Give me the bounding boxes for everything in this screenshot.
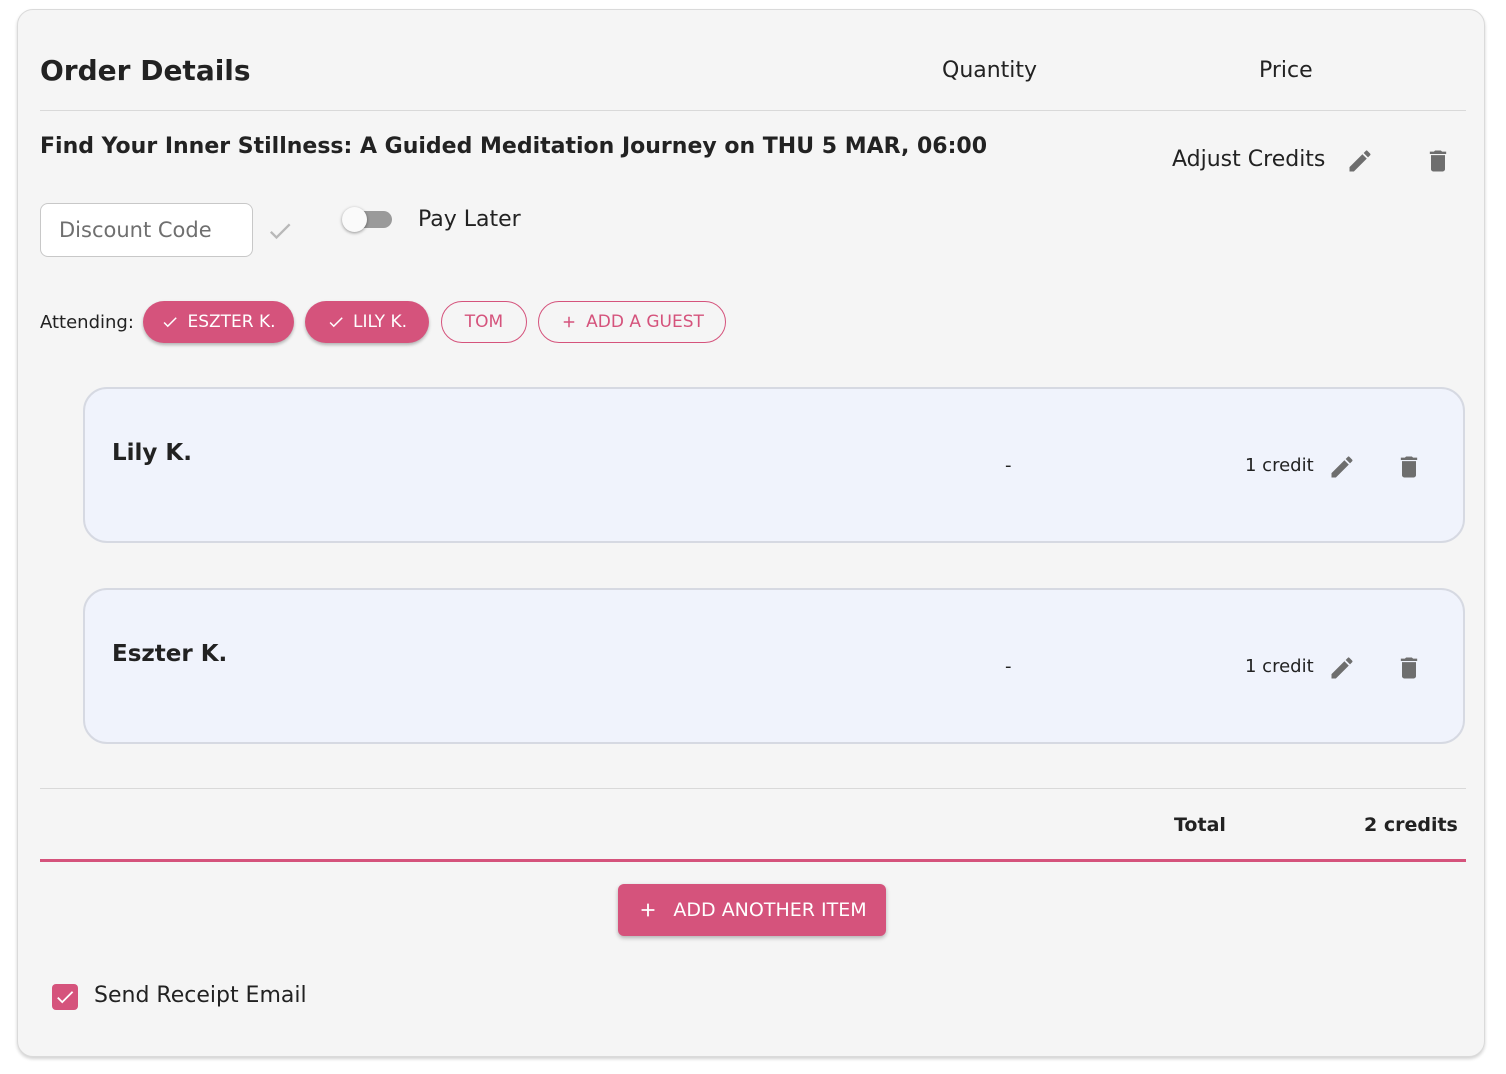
trash-icon [1400, 657, 1418, 679]
guest-quantity: - [1005, 455, 1012, 476]
attendee-chip-eszter[interactable]: ESZTER K. [143, 301, 294, 343]
guest-price: 1 credit [1245, 455, 1314, 476]
add-guest-button[interactable]: ADD A GUEST [538, 301, 726, 343]
event-title: Find Your Inner Stillness: A Guided Medi… [40, 134, 988, 159]
send-receipt-checkbox[interactable] [52, 984, 78, 1010]
edit-guest-price-button[interactable] [1324, 449, 1360, 485]
add-another-item-button[interactable]: ADD ANOTHER ITEM [618, 884, 886, 936]
trash-icon [1400, 456, 1418, 478]
discount-code-input[interactable] [40, 203, 253, 257]
price-column-header: Price [1259, 58, 1313, 83]
plus-icon [563, 316, 575, 328]
apply-discount-button[interactable] [264, 215, 296, 247]
trash-icon [1429, 150, 1447, 172]
guest-name: Lily K. [112, 440, 192, 466]
pay-later-label: Pay Later [418, 207, 521, 232]
adjust-credits-label: Adjust Credits [1172, 147, 1326, 172]
plus-icon [641, 903, 655, 917]
guest-item-card: Eszter K. - 1 credit [83, 588, 1465, 744]
pay-later-toggle-thumb[interactable] [342, 207, 367, 232]
send-receipt-label: Send Receipt Email [94, 983, 307, 1008]
quantity-column-header: Quantity [942, 58, 1038, 83]
totals-divider [40, 788, 1466, 789]
attending-label: Attending: [40, 312, 134, 333]
edit-credits-button[interactable] [1342, 143, 1378, 179]
guest-quantity: - [1005, 656, 1012, 677]
accent-divider [40, 859, 1466, 862]
check-icon [269, 223, 291, 240]
attendee-chip-label: TOM [464, 312, 504, 332]
attendee-chip-lily[interactable]: LILY K. [305, 301, 429, 343]
order-details-card: Order Details Quantity Price Find Your I… [17, 9, 1485, 1057]
guest-name: Eszter K. [112, 641, 228, 667]
add-another-item-label: ADD ANOTHER ITEM [673, 899, 867, 921]
attendee-chip-label: ESZTER K. [187, 312, 276, 332]
total-value: 2 credits [1364, 814, 1458, 836]
check-icon [164, 317, 178, 328]
pencil-icon [1331, 456, 1353, 478]
pencil-icon [1349, 150, 1371, 172]
delete-guest-button[interactable] [1391, 650, 1427, 686]
check-icon [57, 991, 74, 1004]
delete-event-button[interactable] [1420, 143, 1456, 179]
attendee-chip-label: LILY K. [352, 312, 408, 332]
order-details-title: Order Details [40, 54, 251, 87]
delete-guest-button[interactable] [1391, 449, 1427, 485]
edit-guest-price-button[interactable] [1324, 650, 1360, 686]
header-divider [40, 110, 1466, 111]
guest-price: 1 credit [1245, 656, 1314, 677]
total-label: Total [1174, 814, 1226, 836]
attendee-chip-tom[interactable]: TOM [441, 301, 527, 343]
add-guest-label: ADD A GUEST [586, 312, 704, 332]
guest-item-card: Lily K. - 1 credit [83, 387, 1465, 543]
pencil-icon [1331, 657, 1353, 679]
check-icon [329, 317, 343, 328]
